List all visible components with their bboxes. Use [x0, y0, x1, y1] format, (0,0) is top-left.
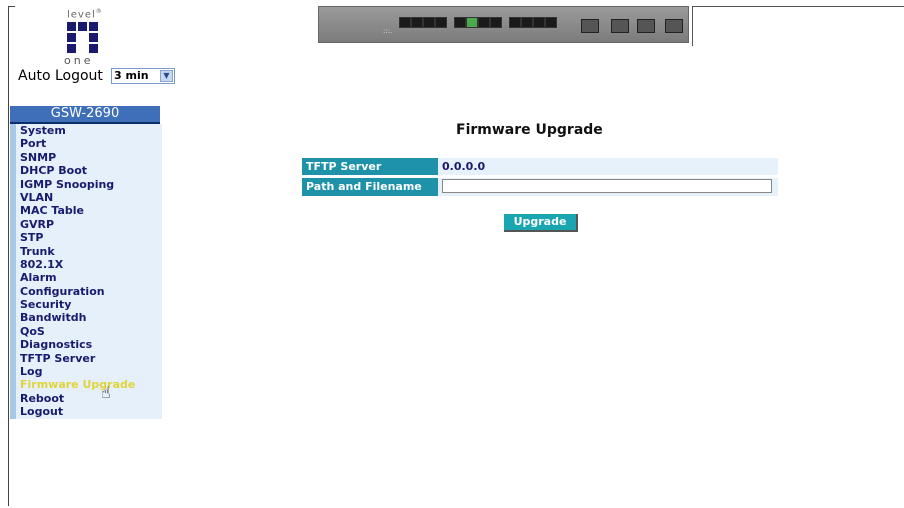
levelone-logo: level® one [40, 8, 130, 68]
sidebar-item-port[interactable]: Port [10, 137, 162, 151]
sidebar-item-qos[interactable]: QoS [10, 324, 162, 339]
sidebar-item-gvrp[interactable]: GVRP [10, 217, 162, 232]
port-icon [490, 17, 502, 28]
sidebar-item-system[interactable]: System [10, 124, 162, 138]
port-icon [478, 17, 490, 28]
auto-logout-selected-value: 3 min [114, 69, 149, 82]
frame-top-left-border [8, 6, 15, 7]
sidebar-item-tftp-server[interactable]: TFTP Server [10, 351, 162, 366]
path-filename-cell [438, 178, 778, 196]
tftp-server-row: TFTP Server 0.0.0.0 [302, 158, 778, 175]
led-dots: :::. [383, 27, 393, 35]
path-filename-label: Path and Filename [302, 178, 438, 196]
frame-right-divider [692, 6, 693, 46]
port-active-icon [466, 17, 478, 28]
sidebar-item-reboot[interactable]: Reboot [10, 391, 162, 406]
switch-front-panel-image: :::. [318, 6, 689, 43]
port-icon [399, 17, 411, 28]
sfp-port-icon [637, 19, 655, 33]
sidebar-item-alarm[interactable]: Alarm [10, 271, 162, 285]
port-icon [509, 17, 521, 28]
frame-top-right-border [692, 6, 904, 7]
logo-text-level: level® [67, 8, 103, 21]
sfp-port-icon [665, 19, 683, 33]
page-title: Firmware Upgrade [456, 122, 603, 138]
model-title: GSW-2690 [10, 106, 160, 125]
port-icon [521, 17, 533, 28]
chevron-down-icon[interactable]: ▼ [160, 70, 173, 82]
port-icon [411, 17, 423, 28]
sidebar-item-log[interactable]: Log [10, 365, 162, 379]
upgrade-button[interactable]: Upgrade [504, 214, 578, 232]
sidebar-nav: System Port SNMP DHCP Boot IGMP Snooping… [10, 124, 162, 419]
port-icon [454, 17, 466, 28]
logo-text-one: one [64, 54, 94, 67]
tftp-server-value: 0.0.0.0 [438, 158, 778, 175]
sidebar-item-configuration[interactable]: Configuration [10, 284, 162, 299]
port-icon [423, 17, 435, 28]
port-icon [435, 17, 447, 28]
auto-logout-select[interactable]: 3 min ▼ [111, 68, 175, 84]
sidebar-item-stp[interactable]: STP [10, 231, 162, 245]
logo-mark-icon [67, 22, 98, 53]
frame-left-border [8, 6, 9, 506]
path-filename-row: Path and Filename [302, 178, 778, 196]
sidebar-item-vlan[interactable]: VLAN [10, 190, 162, 205]
sidebar-item-dhcp-boot[interactable]: DHCP Boot [10, 164, 162, 178]
sidebar-item-mac-table[interactable]: MAC Table [10, 204, 162, 218]
path-filename-input[interactable] [442, 179, 772, 193]
tftp-server-label: TFTP Server [302, 158, 438, 175]
sidebar-item-logout[interactable]: Logout [10, 405, 162, 419]
auto-logout-label: Auto Logout [18, 68, 103, 84]
sidebar-item-diagnostics[interactable]: Diagnostics [10, 338, 162, 352]
hand-cursor-icon: ☝ [101, 383, 111, 402]
sidebar-item-security[interactable]: Security [10, 298, 162, 312]
sfp-port-icon [611, 19, 629, 33]
sidebar-item-firmware-upgrade[interactable]: Firmware Upgrade [10, 378, 162, 392]
sidebar-item-bandwidth[interactable]: Bandwitdh [10, 311, 162, 325]
firmware-upgrade-form: TFTP Server 0.0.0.0 Path and Filename [302, 155, 778, 199]
sidebar-item-snmp[interactable]: SNMP [10, 150, 162, 165]
port-icon [533, 17, 545, 28]
sidebar-item-igmp-snooping[interactable]: IGMP Snooping [10, 177, 162, 191]
port-icon [545, 17, 557, 28]
sidebar-item-trunk[interactable]: Trunk [10, 244, 162, 258]
sfp-port-icon [581, 19, 599, 33]
sidebar-item-8021x[interactable]: 802.1X [10, 257, 162, 272]
